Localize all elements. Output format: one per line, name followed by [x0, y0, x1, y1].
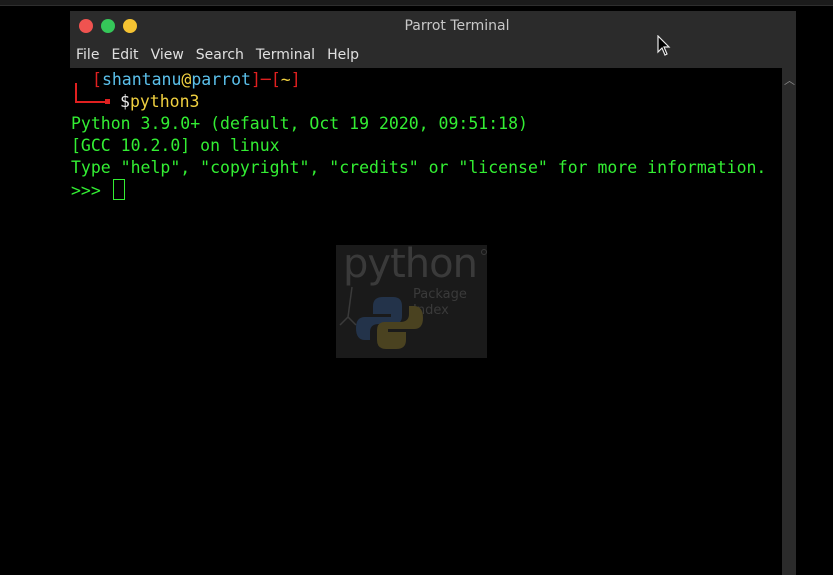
pypi-logo-watermark: python Package Index	[336, 245, 487, 358]
scrollbar[interactable]: ︿	[782, 68, 796, 575]
menu-search[interactable]: Search	[190, 47, 250, 63]
prompt-open: [	[92, 70, 102, 89]
terminal-window: Parrot Terminal File Edit View Search Te…	[70, 11, 796, 575]
prompt-host: parrot	[191, 70, 251, 89]
menu-help[interactable]: Help	[321, 47, 365, 63]
prompt-bracket-tip	[105, 99, 110, 104]
prompt-dir: ~	[280, 70, 291, 89]
prompt-at: @	[181, 70, 192, 89]
chevron-up-icon[interactable]: ︿	[784, 72, 795, 88]
prompt-bracket-line	[75, 83, 77, 102]
python-snake-icon	[339, 286, 423, 349]
repl-prompt: >>>	[71, 181, 111, 200]
mouse-pointer-icon	[657, 35, 671, 56]
menu-edit[interactable]: Edit	[105, 47, 144, 63]
prompt-bracket-line	[75, 101, 107, 103]
prompt-user: shantanu	[101, 70, 182, 89]
output-line: Type "help", "copyright", "credits" or "…	[71, 158, 767, 177]
menu-file[interactable]: File	[70, 47, 105, 63]
output-line: [GCC 10.2.0] on linux	[71, 136, 280, 155]
desktop-divider	[0, 5, 833, 6]
menu-terminal[interactable]: Terminal	[250, 47, 321, 63]
window-title: Parrot Terminal	[404, 18, 510, 34]
prompt-line-2: $python3	[120, 91, 199, 113]
text-cursor	[112, 179, 125, 200]
prompt-close: ]	[290, 70, 301, 89]
prompt-command: python3	[129, 92, 200, 111]
menu-view[interactable]: View	[145, 47, 190, 63]
title-bar[interactable]: Parrot Terminal	[70, 11, 796, 41]
prompt-line-1: [shantanu@parrot]─[~]	[92, 69, 301, 91]
prompt-dollar: $	[120, 92, 130, 111]
menu-bar: File Edit View Search Terminal Help	[70, 41, 796, 68]
prompt-mid: ]─[	[250, 70, 281, 89]
terminal-area[interactable]: [shantanu@parrot]─[~] $python3 Python 3.…	[70, 68, 782, 575]
output-line: Python 3.9.0+ (default, Oct 19 2020, 09:…	[71, 114, 528, 133]
repl-line[interactable]: >>>	[71, 179, 125, 201]
